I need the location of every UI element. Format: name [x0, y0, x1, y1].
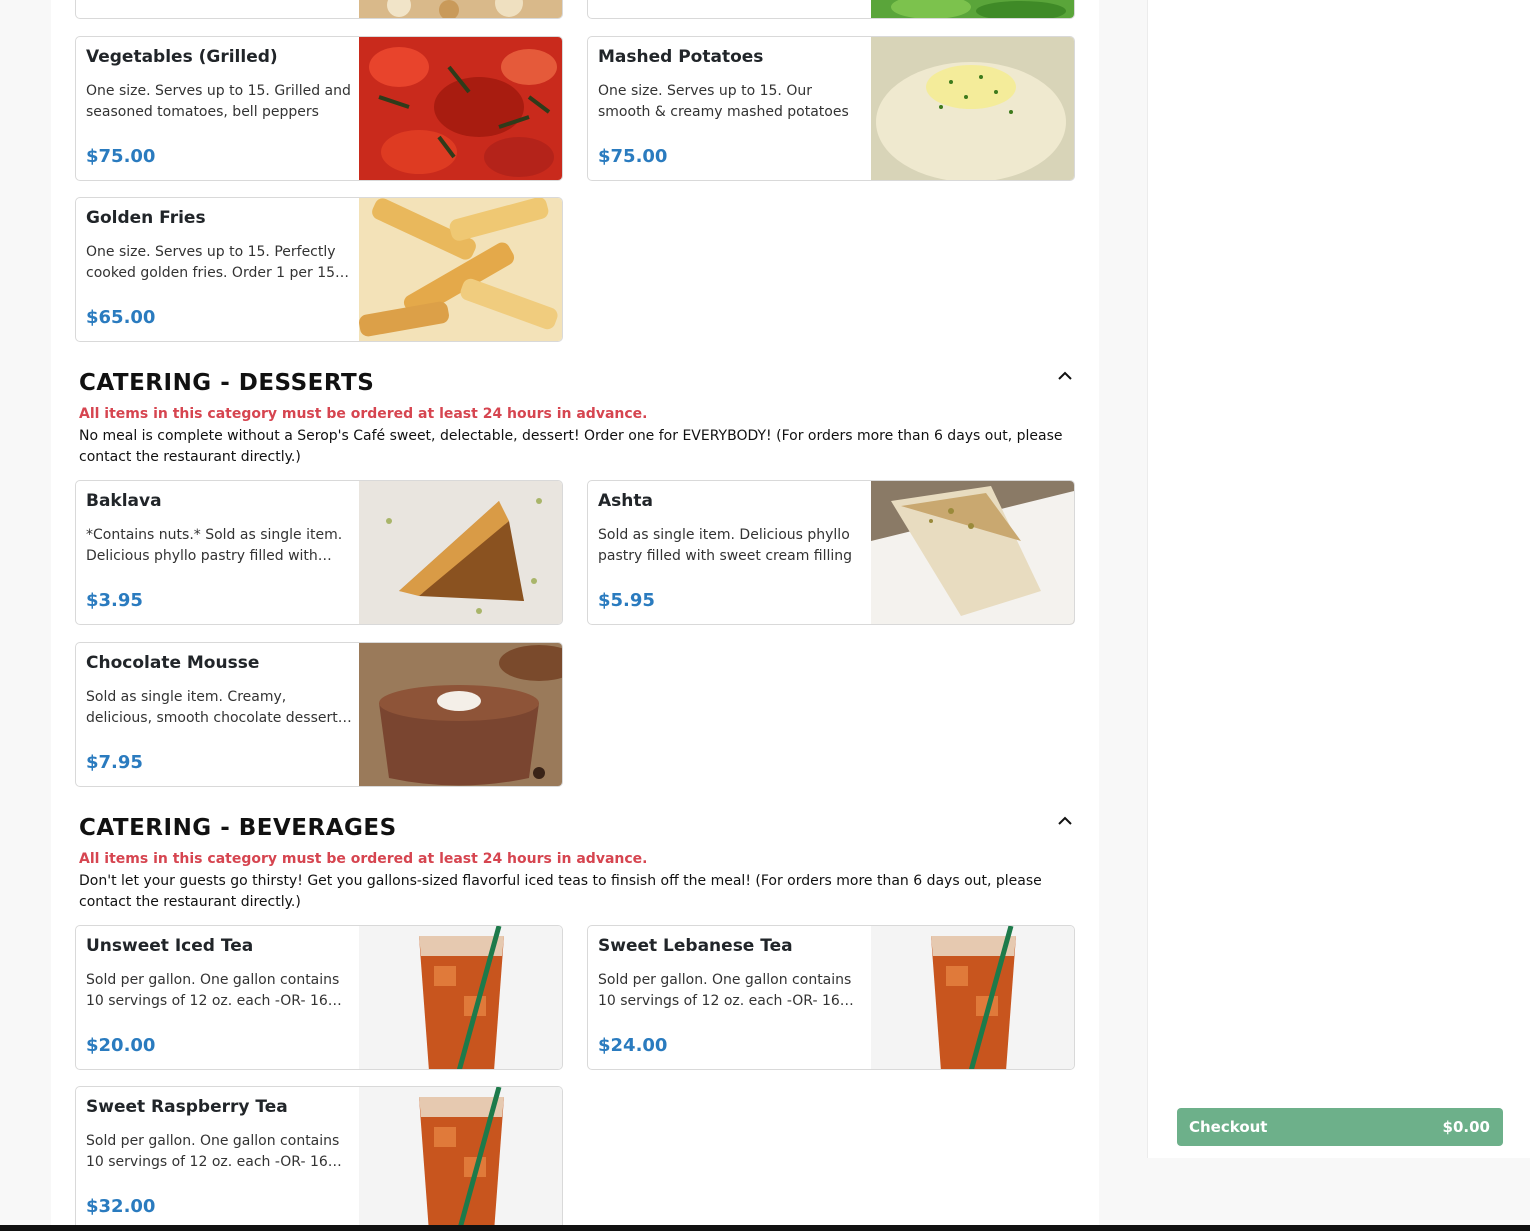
grilled-vegetables-photo	[359, 37, 562, 180]
advance-notice: All items in this category must be order…	[79, 851, 648, 867]
item-name: Chocolate Mousse	[86, 653, 260, 673]
item-price: $20.00	[86, 1035, 156, 1056]
baklava-photo	[359, 481, 562, 624]
menu-item-card[interactable]: Sweet Raspberry Tea Sold per gallon. One…	[75, 1086, 563, 1225]
menu-item-card[interactable]: Vegetables (Grilled) One size. Serves up…	[75, 36, 563, 181]
menu-item-card[interactable]: Baklava *Contains nuts.* Sold as single …	[75, 480, 563, 625]
chevron-up-icon[interactable]	[1057, 370, 1073, 382]
mashed-potatoes-photo	[871, 37, 1074, 180]
item-price: $32.00	[86, 1196, 156, 1217]
item-description: Sold per gallon. One gallon contains 10 …	[598, 972, 852, 1009]
item-description: One size. Serves up to 15. Perfectly coo…	[86, 244, 336, 281]
item-price: $5.95	[598, 590, 655, 611]
menu-item-card-partial[interactable]	[587, 0, 1075, 19]
item-description: Sold as single item. Delicious phyllo pa…	[598, 527, 853, 564]
rice-photo	[359, 0, 562, 18]
menu-item-card[interactable]: Ashta Sold as single item. Delicious phy…	[587, 480, 1075, 625]
cart-total: $0.00	[1442, 1118, 1490, 1136]
item-name: Mashed Potatoes	[598, 47, 764, 67]
item-name: Golden Fries	[86, 208, 206, 228]
item-description: Sold as single item. Creamy, delicious, …	[86, 689, 338, 726]
item-name: Ashta	[598, 491, 653, 511]
page: Vegetables (Grilled) One size. Serves up…	[0, 0, 1530, 1231]
menu-main: Vegetables (Grilled) One size. Serves up…	[51, 0, 1099, 1225]
ashta-photo	[871, 481, 1074, 624]
cart-sidebar: Checkout $0.00	[1147, 0, 1530, 1158]
checkout-label: Checkout	[1189, 1118, 1268, 1136]
item-name: Vegetables (Grilled)	[86, 47, 278, 67]
section-description: No meal is complete without a Serop's Ca…	[79, 428, 1063, 465]
mid-gutter	[1099, 0, 1147, 1231]
advance-notice: All items in this category must be order…	[79, 406, 648, 422]
item-description: Sold per gallon. One gallon contains 10 …	[86, 972, 340, 1009]
menu-item-card-partial[interactable]	[75, 0, 563, 19]
fries-photo	[359, 198, 562, 341]
item-price: $3.95	[86, 590, 143, 611]
item-price: $75.00	[86, 146, 156, 167]
bottom-edge-bar	[0, 1225, 1530, 1231]
checkout-button[interactable]: Checkout $0.00	[1177, 1108, 1503, 1146]
left-gutter	[0, 0, 51, 1231]
iced-tea-photo	[871, 926, 1074, 1069]
iced-tea-photo	[359, 1087, 562, 1225]
item-name: Unsweet Iced Tea	[86, 936, 254, 956]
chevron-up-icon[interactable]	[1057, 815, 1073, 827]
section-title: CATERING - DESSERTS	[79, 370, 375, 396]
item-description: *Contains nuts.* Sold as single item. De…	[86, 527, 343, 564]
item-name: Sweet Lebanese Tea	[598, 936, 793, 956]
section-description: Don't let your guests go thirsty! Get yo…	[79, 873, 1042, 910]
item-name: Baklava	[86, 491, 162, 511]
menu-item-card[interactable]: Chocolate Mousse Sold as single item. Cr…	[75, 642, 563, 787]
section-title: CATERING - BEVERAGES	[79, 815, 397, 841]
menu-item-card[interactable]: Mashed Potatoes One size. Serves up to 1…	[587, 36, 1075, 181]
item-price: $75.00	[598, 146, 668, 167]
item-description: One size. Serves up to 15. Grilled and s…	[86, 83, 351, 120]
item-price: $24.00	[598, 1035, 668, 1056]
item-name: Sweet Raspberry Tea	[86, 1097, 288, 1117]
menu-item-card[interactable]: Sweet Lebanese Tea Sold per gallon. One …	[587, 925, 1075, 1070]
iced-tea-photo	[359, 926, 562, 1069]
item-description: Sold per gallon. One gallon contains 10 …	[86, 1133, 340, 1170]
menu-item-card[interactable]: Golden Fries One size. Serves up to 15. …	[75, 197, 563, 342]
item-price: $7.95	[86, 752, 143, 773]
item-price: $65.00	[86, 307, 156, 328]
item-description: One size. Serves up to 15. Our smooth & …	[598, 83, 849, 120]
menu-item-card[interactable]: Unsweet Iced Tea Sold per gallon. One ga…	[75, 925, 563, 1070]
greens-photo	[871, 0, 1074, 18]
chocolate-mousse-photo	[359, 643, 562, 786]
